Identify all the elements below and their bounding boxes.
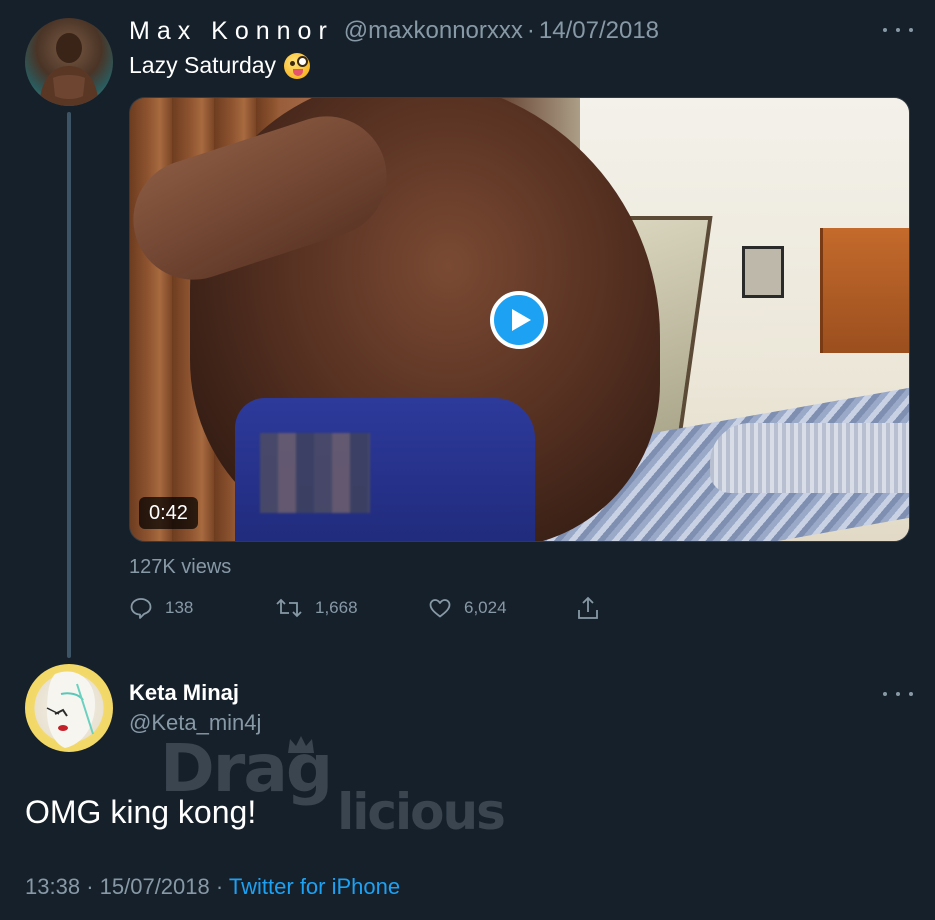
more-options-icon[interactable] [883, 20, 913, 40]
author-name[interactable]: Max Konnor [129, 17, 334, 46]
play-icon[interactable] [490, 291, 548, 349]
retweet-button[interactable]: 1,668 [275, 594, 358, 622]
header-separator: · [526, 17, 535, 44]
tweet-header: Max Konnor @maxkonnorxxx · 14/07/2018 [129, 14, 659, 48]
avatar-photo [39, 33, 99, 106]
retweet-icon [276, 598, 302, 618]
reply-date[interactable]: 15/07/2018 [100, 874, 210, 899]
watermark-text-bottom: licious [337, 783, 506, 841]
retweet-count: 1,668 [315, 598, 358, 617]
reply-button[interactable]: 138 [129, 594, 193, 622]
like-button[interactable]: 6,024 [428, 594, 507, 622]
tweet-text: Lazy Saturday [129, 52, 311, 79]
zany-face-emoji-icon [284, 52, 311, 79]
reply-meta: 13:38 · 15/07/2018 · Twitter for iPhone [25, 874, 400, 900]
like-count: 6,024 [464, 598, 507, 617]
share-icon [578, 596, 598, 619]
video-frame-blanket [710, 423, 909, 493]
reply-more-options-icon[interactable] [883, 684, 913, 704]
thread-line [67, 112, 71, 658]
reply-author-name[interactable]: Keta Minaj [129, 680, 239, 706]
reply-author-avatar[interactable] [25, 664, 113, 752]
video-frame-picture [742, 246, 784, 298]
author-avatar[interactable] [25, 18, 113, 106]
meta-separator-source: · [215, 874, 224, 899]
meta-separator: · [86, 874, 94, 899]
reply-time[interactable]: 13:38 [25, 874, 80, 899]
avatar-photo [46, 671, 95, 748]
author-handle[interactable]: @maxkonnorxxx [344, 17, 523, 45]
video-views: 127K views [129, 556, 232, 578]
reply-author-handle[interactable]: @Keta_min4j [129, 710, 261, 736]
video-frame-censor-blur [260, 433, 370, 513]
reply-icon [130, 598, 152, 619]
reply-source-link[interactable]: Twitter for iPhone [229, 874, 400, 899]
video-duration: 0:42 [139, 497, 198, 529]
reply-count: 138 [165, 598, 194, 617]
heart-icon [429, 599, 451, 618]
tweet-text-content: Lazy Saturday [129, 52, 277, 78]
video-frame-cabinet [820, 228, 909, 353]
watermark-crown-icon [288, 736, 314, 753]
tweet-date[interactable]: 14/07/2018 [539, 17, 659, 45]
share-button[interactable] [576, 594, 612, 622]
reply-text: OMG king kong! [25, 794, 257, 830]
